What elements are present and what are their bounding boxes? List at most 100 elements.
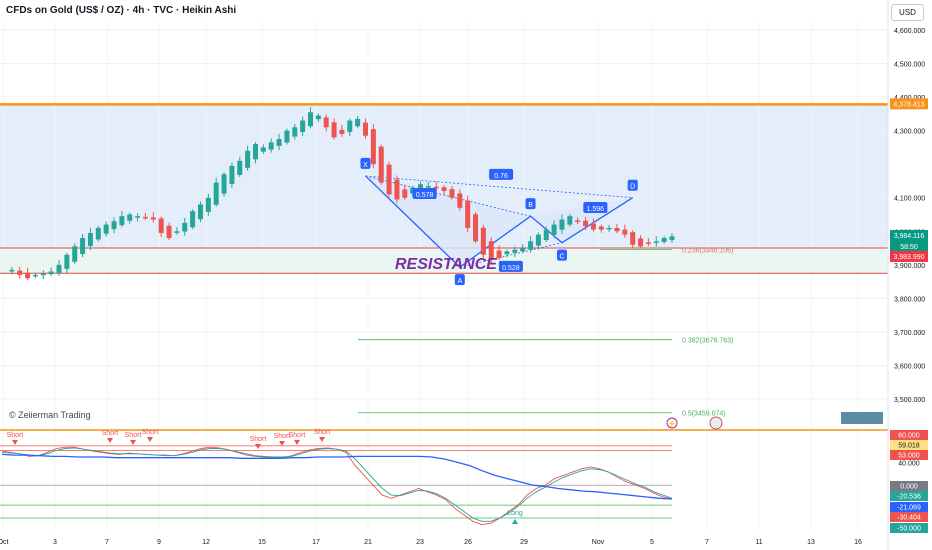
candle-body xyxy=(622,229,628,235)
price-badge-label: 3,984.116 xyxy=(894,233,925,240)
pattern-point-label: A xyxy=(457,278,462,285)
y-tick-label: 4,600.000 xyxy=(894,28,925,35)
candle-body xyxy=(606,227,612,230)
candle-body xyxy=(543,229,549,241)
candle-body xyxy=(520,248,526,252)
candle-body xyxy=(583,220,589,227)
candle-body xyxy=(465,200,471,228)
x-tick-label: 17 xyxy=(312,539,320,546)
candle-body xyxy=(252,144,258,160)
candle-body xyxy=(182,222,188,232)
oscillator-axis-label: -21.069 xyxy=(897,505,921,512)
candle-body xyxy=(645,242,651,244)
candle-body xyxy=(103,224,109,234)
candle-body xyxy=(528,241,534,250)
candle-body xyxy=(40,273,46,276)
candle-body xyxy=(638,238,644,247)
price-badge-label: 3,983.990 xyxy=(893,254,924,261)
watermark-text: © Zeiierman Trading xyxy=(9,410,91,420)
candle-body xyxy=(378,146,384,183)
x-tick-label: Oct xyxy=(0,539,8,546)
candle-body xyxy=(630,232,636,245)
x-tick-label: 26 xyxy=(464,539,472,546)
candle-body xyxy=(268,142,274,150)
y-tick-label: 4,500.000 xyxy=(894,62,925,69)
candle-body xyxy=(307,112,313,127)
ratio-label: 0.578 xyxy=(416,192,434,199)
y-tick-label: 3,800.000 xyxy=(894,296,925,303)
candle-body xyxy=(363,122,369,136)
candle-body xyxy=(229,165,235,184)
candle-body xyxy=(653,241,659,243)
candle-body xyxy=(56,264,62,273)
us-flag-icon xyxy=(709,416,723,430)
candle-body xyxy=(64,254,70,269)
signal-label: Short xyxy=(289,432,306,439)
price-chart[interactable]: 0.236(3946.106) 0.382(3676.763) 0.5(3459.0… xyxy=(0,0,932,550)
y-tick-label: 3,700.000 xyxy=(894,330,925,337)
candle-body xyxy=(449,189,455,198)
candle-body xyxy=(135,216,141,218)
candle-body xyxy=(559,219,565,230)
signal-label: Long xyxy=(507,510,523,517)
candle-body xyxy=(127,214,133,221)
candle-body xyxy=(300,120,306,132)
signal-label: Short xyxy=(125,432,142,439)
candle-body xyxy=(614,227,620,232)
x-tick-label: 7 xyxy=(105,539,109,546)
oscillator-axis-label: 0.000 xyxy=(900,484,918,491)
candle-body xyxy=(661,237,667,243)
x-tick-label: 7 xyxy=(705,539,709,546)
candle-body xyxy=(496,250,502,259)
candle-body xyxy=(512,249,518,253)
candle-body xyxy=(245,150,251,168)
pattern-point-label: X xyxy=(363,162,368,169)
candle-body xyxy=(237,160,243,175)
candle-body xyxy=(260,147,266,152)
resistance-label: RESISTANCE xyxy=(395,256,498,273)
candle-body xyxy=(331,122,337,138)
candle-body xyxy=(370,129,376,165)
x-tick-label: 15 xyxy=(258,539,266,546)
candle-body xyxy=(95,227,101,240)
candle-body xyxy=(425,185,431,188)
fib-level-label: 0.382(3676.763) xyxy=(682,338,733,345)
oscillator-axis-label: 60.000 xyxy=(898,433,920,440)
fib-level-label: 0.5(3459.074) xyxy=(682,411,726,418)
candle-body xyxy=(32,274,38,277)
signal-label: Short xyxy=(250,436,267,443)
fib-level-label: 0.236(3946.106) xyxy=(682,247,733,254)
ratio-label: 1.596 xyxy=(587,206,605,213)
candle-body xyxy=(190,211,196,228)
candle-body xyxy=(276,139,282,146)
currency-button[interactable]: USD xyxy=(891,4,924,21)
candle-body xyxy=(535,234,541,246)
chart-root: 0.236(3946.106) 0.382(3676.763) 0.5(3459.0… xyxy=(0,0,932,550)
candle-body xyxy=(551,224,557,235)
oscillator-axis-label: 40.000 xyxy=(898,461,920,468)
candle-body xyxy=(402,189,408,198)
y-tick-label: 4,300.000 xyxy=(894,129,925,136)
candle-body xyxy=(197,204,203,220)
chart-background xyxy=(0,0,932,550)
candle-body xyxy=(142,216,148,219)
candle-body xyxy=(669,236,675,241)
oscillator-axis-label: 59.018 xyxy=(898,443,920,450)
x-tick-label: 23 xyxy=(416,539,424,546)
ratio-label: 0.528 xyxy=(502,265,520,272)
candle-body xyxy=(119,216,125,226)
candle-body xyxy=(111,221,117,230)
pattern-point-label: B xyxy=(528,202,533,209)
candle-body xyxy=(433,186,439,189)
candle-body xyxy=(315,115,321,120)
y-tick-label: 3,900.000 xyxy=(894,263,925,270)
candle-body xyxy=(504,251,510,255)
candle-body xyxy=(80,237,86,255)
candle-body xyxy=(339,129,345,134)
oscillator-axis-label: -50.000 xyxy=(897,526,921,533)
candle-body xyxy=(347,120,353,132)
signal-label: Short xyxy=(7,432,24,439)
candle-body xyxy=(221,174,227,194)
candle-body xyxy=(205,197,211,212)
lightning-event-glyph: ⚡ xyxy=(668,419,677,428)
